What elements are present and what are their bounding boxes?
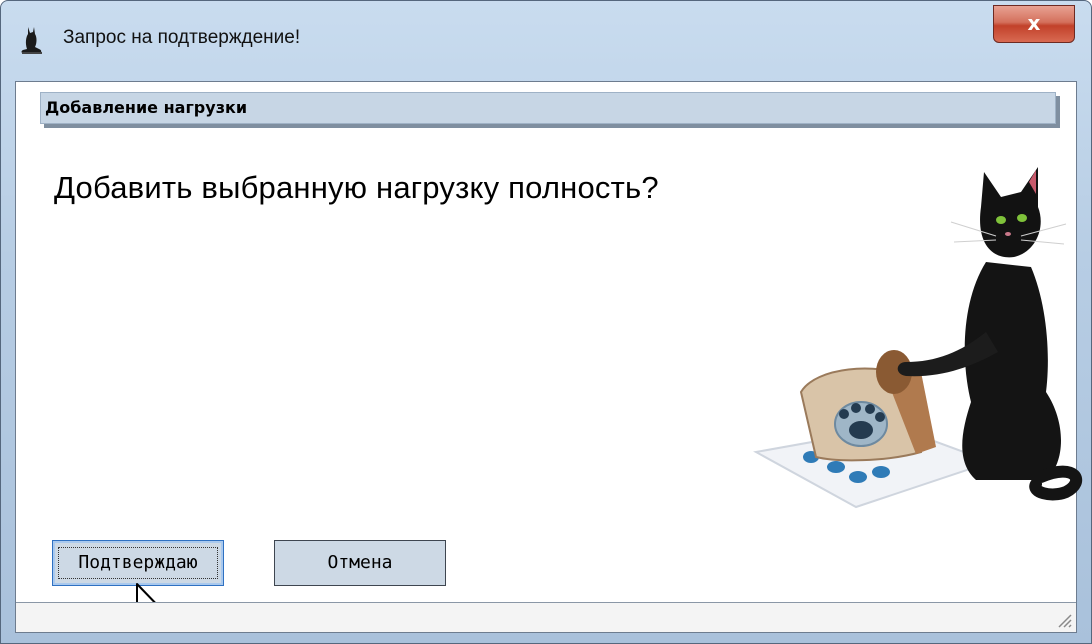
dialog-client-area: Добавление нагрузки Добавить выбранную н… <box>15 81 1083 633</box>
close-icon: x <box>1027 11 1041 35</box>
status-bar <box>16 602 1076 632</box>
dialog-window: Запрос на подтверждение! x Добавление на… <box>0 0 1092 644</box>
window-title: Запрос на подтверждение! <box>63 27 301 48</box>
cancel-button-label: Отмена <box>327 552 393 573</box>
section-header-label: Добавление нагрузки <box>45 98 248 117</box>
cat-app-icon <box>21 27 42 54</box>
focus-rectangle <box>58 547 218 579</box>
question-text: Добавить выбранную нагрузку полность? <box>54 170 659 205</box>
section-header: Добавление нагрузки <box>40 92 1056 124</box>
close-button[interactable]: x <box>993 5 1075 43</box>
cat-illustration <box>753 167 1083 509</box>
cat-body <box>962 262 1061 480</box>
confirm-button[interactable]: Подтверждаю <box>52 540 224 586</box>
cancel-button[interactable]: Отмена <box>274 540 446 586</box>
resize-grip-icon[interactable] <box>1054 610 1072 628</box>
title-bar[interactable]: Запрос на подтверждение! x <box>1 1 1091 81</box>
